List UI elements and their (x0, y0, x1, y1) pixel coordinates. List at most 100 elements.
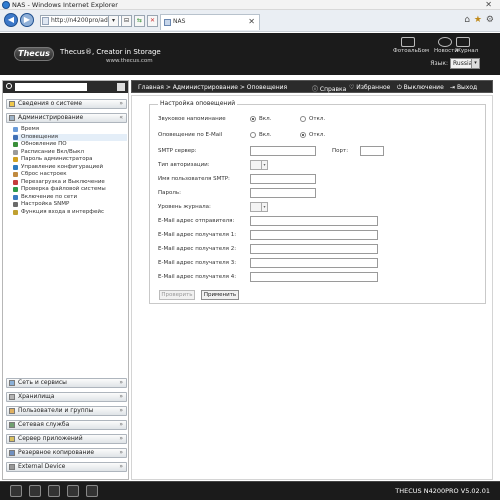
tab-close-icon[interactable]: ✕ (248, 15, 255, 29)
email-on-label: Вкл. (259, 132, 272, 138)
website-link[interactable]: www.thecus.com (106, 58, 153, 64)
compatibility-icon[interactable]: ⇆ (134, 15, 145, 27)
apply-button[interactable]: Применить (201, 290, 239, 300)
network-status-icon[interactable] (29, 485, 41, 497)
test-button[interactable]: Проверить (159, 290, 195, 300)
category-label: Сеть и сервисы (18, 379, 67, 386)
language-label: Язык: (430, 60, 448, 67)
sidebar-subitem[interactable]: Проверка файловой системы (13, 186, 127, 193)
address-go-icon[interactable]: ⊟ (121, 15, 132, 27)
sidebar-subitem[interactable]: Пароль администратора (13, 156, 127, 163)
photo-album-icon[interactable] (401, 37, 415, 47)
sidebar-subitem[interactable]: Расписание Вкл/Выкл (13, 149, 127, 156)
port-label: Порт: (332, 148, 349, 154)
subitem-label: Управление конфигурацией (21, 163, 104, 170)
recipient-2-input[interactable] (250, 244, 378, 254)
email-off-label: Откл. (309, 132, 326, 138)
recipient-3-input[interactable] (250, 258, 378, 268)
users-icon (9, 408, 15, 414)
breadcrumb-path: Главная > Администрирование > Оповещения (138, 84, 288, 91)
subitem-label: Пароль администратора (21, 156, 93, 162)
forward-icon[interactable]: ▶ (20, 13, 34, 27)
help-label: Справка (319, 86, 347, 93)
shutdown-action[interactable]: ⏻ Выключение (397, 84, 444, 92)
password-input[interactable] (250, 188, 316, 198)
sidebar: Сведения о системе » Администрирование «… (2, 80, 129, 480)
subitem-icon (13, 187, 18, 192)
subitem-icon (13, 157, 18, 162)
logout-label: Выход (456, 84, 478, 91)
sidebar-subitem[interactable]: Управление конфигурацией (13, 164, 127, 171)
search-button[interactable] (117, 83, 125, 91)
password-label: Пароль: (158, 190, 181, 196)
port-input[interactable] (360, 146, 384, 156)
browser-tab[interactable]: NAS ✕ (160, 14, 260, 30)
sidebar-category-external-device[interactable]: External Device » (6, 462, 127, 472)
sidebar-subitem[interactable]: Включение по сети (13, 194, 127, 201)
window-close-icon[interactable]: ✕ (485, 0, 492, 9)
sidebar-subitem[interactable]: Сброс настроек (13, 171, 127, 178)
category-label: Сведения о системе (18, 100, 83, 107)
language-select[interactable]: Russia ▾ (450, 58, 480, 69)
sidebar-subitem[interactable]: Обновление ПО (13, 141, 127, 148)
backup-icon (9, 450, 15, 456)
network-service-icon (9, 422, 15, 428)
smtp-user-input[interactable] (250, 174, 316, 184)
raid-status-icon[interactable] (67, 485, 79, 497)
category-label: Администрирование (18, 114, 84, 121)
favorites-action[interactable]: ♡ Избранное (349, 84, 390, 91)
notification-form: Настройка оповещений Звуковое напоминани… (131, 95, 493, 480)
home-icon[interactable]: ⌂ (464, 15, 470, 25)
usb-status-icon[interactable] (48, 485, 60, 497)
sidebar-category-app-server[interactable]: Сервер приложений » (6, 434, 127, 444)
sidebar-subitem[interactable]: Перезагрузка и Выключение (13, 179, 127, 186)
sidebar-category-network[interactable]: Сеть и сервисы » (6, 378, 127, 388)
logout-action[interactable]: ⇥ Выход (450, 84, 477, 91)
search-dropdown-icon[interactable]: ▾ (108, 15, 119, 27)
sender-email-input[interactable] (250, 216, 378, 226)
back-icon[interactable]: ◀ (4, 13, 18, 27)
log-icon[interactable] (456, 37, 470, 47)
sidebar-search-input[interactable] (15, 83, 87, 91)
disk-status-icon[interactable] (10, 485, 22, 497)
sidebar-category-storage[interactable]: Хранилища » (6, 392, 127, 402)
beep-on-radio[interactable] (250, 116, 256, 122)
news-icon[interactable] (438, 37, 452, 47)
sidebar-category-backup[interactable]: Резервное копирование » (6, 448, 127, 458)
log-label[interactable]: Журнал (455, 48, 478, 54)
chevron-down-icon: ▾ (261, 203, 267, 211)
chevron-icon: » (119, 407, 123, 414)
sidebar-subitem[interactable]: Функция входа в интерфейс (13, 209, 127, 216)
log-level-select[interactable]: ▾ (250, 202, 268, 212)
subitem-icon (13, 194, 18, 200)
recipient-1-input[interactable] (250, 230, 378, 240)
tools-gear-icon[interactable]: ⚙ (486, 15, 494, 25)
sidebar-category-users[interactable]: Пользователи и группы » (6, 406, 127, 416)
sidebar-category-network-service[interactable]: Сетевая служба » (6, 420, 127, 430)
sidebar-subitem[interactable]: Настройка SNMP (13, 201, 127, 208)
subitem-icon (13, 142, 18, 147)
beep-off-label: Откл. (309, 116, 326, 122)
smtp-server-input[interactable] (250, 146, 316, 156)
recipient-4-input[interactable] (250, 272, 378, 282)
fan-status-icon[interactable] (86, 485, 98, 497)
storage-icon (9, 394, 15, 400)
page-icon (42, 17, 49, 25)
photo-album-label[interactable]: ФотоальБом (393, 48, 429, 54)
beep-off-radio[interactable] (300, 116, 306, 122)
stop-icon[interactable]: ✕ (147, 15, 158, 27)
favorites-star-icon[interactable]: ★ (474, 15, 482, 25)
firmware-version: THECUS N4200PRO V5.02.01 (395, 487, 490, 495)
sidebar-subitem[interactable]: Время (13, 126, 127, 133)
recipient-2-label: E-Mail адрес получателя 2: (158, 246, 237, 252)
auth-type-select[interactable]: ▾ (250, 160, 268, 170)
auth-type-label: Тип авторизации: (158, 162, 210, 168)
sidebar-category-administration[interactable]: Администрирование « (6, 113, 127, 123)
email-on-radio[interactable] (250, 132, 256, 138)
help-action[interactable]: ⓘ Справка (312, 84, 346, 93)
email-off-radio[interactable] (300, 132, 306, 138)
sidebar-category-system-info[interactable]: Сведения о системе » (6, 99, 127, 109)
sidebar-subitem[interactable]: Оповещения (13, 133, 127, 141)
chevron-icon: » (119, 463, 123, 470)
subitem-label: Проверка файловой системы (21, 186, 106, 192)
